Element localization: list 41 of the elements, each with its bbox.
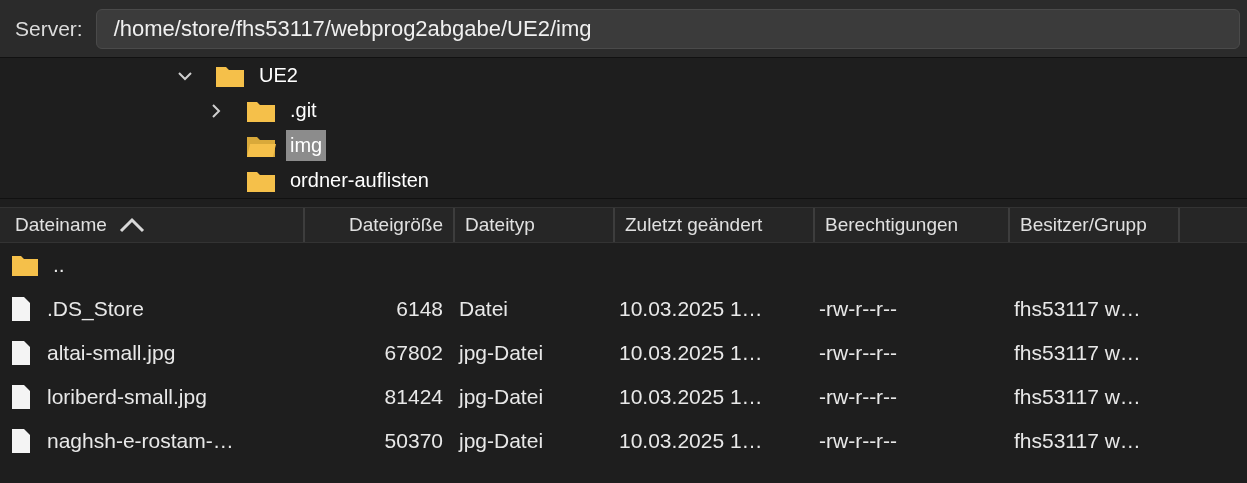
- folder-label[interactable]: UE2: [255, 60, 302, 91]
- table-cell: 10.03.2025 1…: [619, 297, 763, 321]
- table-cell: jpg-Datei: [459, 341, 544, 365]
- column-header[interactable]: Berechtigungen: [815, 208, 1010, 242]
- file-icon: [11, 296, 31, 322]
- path-field[interactable]: /home/store/fhs53117/webprog2abgabe/UE2/img: [95, 8, 1240, 49]
- file-name[interactable]: .DS_Store: [47, 297, 144, 321]
- table-cell: 67802: [384, 341, 443, 365]
- table-cell: -rw-r--r--: [819, 341, 898, 365]
- table-cell: 10.03.2025 1…: [619, 341, 763, 365]
- folder-icon: [11, 253, 39, 277]
- column-header[interactable]: Dateiname: [5, 208, 305, 242]
- table-cell: -rw-r--r--: [819, 429, 898, 453]
- folder-label[interactable]: .git: [286, 95, 321, 126]
- folder-label[interactable]: ordner-auflisten: [286, 165, 433, 196]
- table-cell: -rw-r--r--: [819, 297, 898, 321]
- server-label: Server:: [15, 16, 83, 41]
- file-name[interactable]: ..: [53, 253, 65, 277]
- column-header[interactable]: Besitzer/Grupp: [1010, 208, 1180, 242]
- table-cell: fhs53117 w…: [1014, 429, 1141, 453]
- table-cell: 81424: [384, 385, 443, 409]
- file-icon: [11, 384, 31, 410]
- file-icon: [11, 340, 31, 366]
- file-name[interactable]: loriberd-small.jpg: [47, 385, 207, 409]
- file-name[interactable]: altai-small.jpg: [47, 341, 176, 365]
- table-cell: Datei: [459, 297, 509, 321]
- table-cell: jpg-Datei: [459, 385, 544, 409]
- table-cell: 50370: [384, 429, 443, 453]
- table-cell: 10.03.2025 1…: [619, 429, 763, 453]
- table-cell: -rw-r--r--: [819, 385, 898, 409]
- table-cell: fhs53117 w…: [1014, 297, 1141, 321]
- file-name[interactable]: naghsh-e-rostam-…: [47, 429, 234, 453]
- table-cell: fhs53117 w…: [1014, 385, 1141, 409]
- file-icon: [11, 428, 31, 454]
- table-cell: 10.03.2025 1…: [619, 385, 763, 409]
- column-header[interactable]: Dateigröße: [305, 208, 455, 242]
- column-header[interactable]: Zuletzt geändert: [615, 208, 815, 242]
- table-cell: 6148: [396, 297, 443, 321]
- table-cell: jpg-Datei: [459, 429, 544, 453]
- column-header[interactable]: Dateityp: [455, 208, 615, 242]
- table-cell: fhs53117 w…: [1014, 341, 1141, 365]
